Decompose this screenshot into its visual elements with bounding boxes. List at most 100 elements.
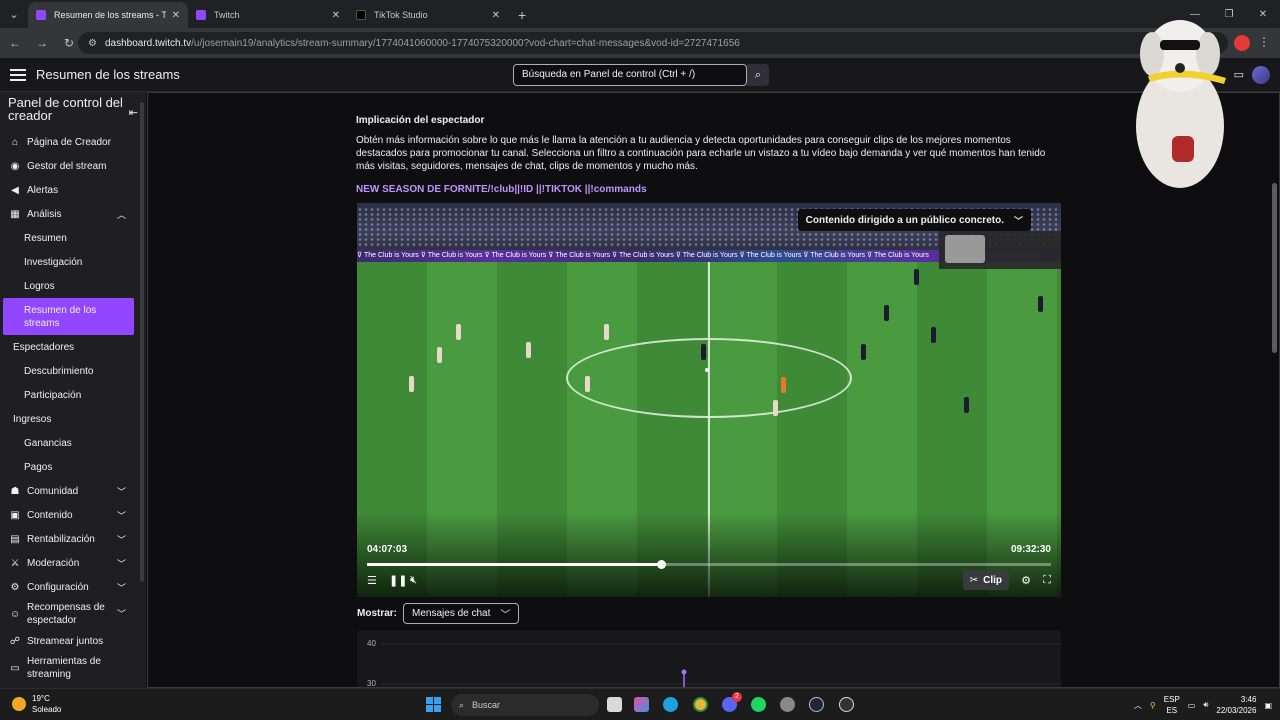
close-window-icon[interactable]: ✕ — [1246, 0, 1280, 28]
sidebar-subitem-engagement[interactable]: Participación — [0, 383, 146, 407]
chevron-down-icon: ﹀ — [116, 534, 126, 545]
video-frame-pitch — [357, 262, 1061, 597]
sidebar-item-settings[interactable]: ⚙ Configuración ﹀ — [0, 575, 146, 599]
sidebar-subitem-earnings[interactable]: Ganancias — [0, 431, 146, 455]
tab-twitch-dashboard[interactable]: Resumen de los streams - Twitc ✕ — [28, 2, 188, 28]
browser-menu-icon[interactable]: ⋮ — [1258, 35, 1270, 49]
tab-search-icon[interactable]: ⌄ — [0, 0, 28, 28]
tab-tiktok-studio[interactable]: TikTok Studio ✕ — [348, 2, 508, 28]
clock[interactable]: 3:46 22/03/2026 — [1216, 694, 1256, 716]
edge-icon[interactable] — [663, 697, 678, 712]
chrome-icon[interactable] — [693, 697, 708, 712]
mute-icon[interactable]: 🔇︎ — [410, 574, 417, 587]
sidebar-item-label: Streamear juntos — [27, 635, 104, 647]
chart-svg: 40 30 — [367, 639, 1061, 688]
search-input[interactable]: Búsqueda en Panel de control (Ctrl + /) — [513, 64, 747, 86]
menu-icon[interactable] — [10, 68, 26, 81]
new-tab-button[interactable]: + — [508, 2, 536, 28]
sidebar-item-label: Contenido — [27, 509, 73, 521]
chapters-list-icon[interactable]: ☰ — [367, 574, 377, 587]
vod-player[interactable]: ⊽ The Club is Yours ⊽ The Club is Yours … — [357, 203, 1061, 597]
lang-code: ESP — [1163, 695, 1180, 704]
close-tab-icon[interactable]: ✕ — [332, 10, 340, 21]
usb-icon[interactable]: ⚲ — [1150, 701, 1156, 710]
y-tick-label: 30 — [367, 679, 376, 688]
sidebar-item-moderation[interactable]: ⚔ Moderación ﹀ — [0, 551, 146, 575]
back-icon[interactable]: ← — [3, 36, 27, 50]
close-tab-icon[interactable]: ✕ — [492, 10, 500, 21]
app-icon[interactable] — [780, 697, 795, 712]
sidebar-item-stream-manager[interactable]: ◉ Gestor del stream — [0, 154, 146, 178]
content-classification-notice[interactable]: Contenido dirigido a un público concreto… — [797, 209, 1031, 231]
site-info-icon[interactable]: ⚙ — [88, 38, 97, 49]
clip-button[interactable]: ✂ Clip — [962, 570, 1009, 590]
sidebar-subitem-research[interactable]: Investigación — [0, 250, 146, 274]
chart-metric-select[interactable]: Mensajes de chat ﹀ — [403, 603, 520, 624]
sidebar-group-viewers: Espectadores — [13, 341, 75, 353]
sidebar-item-viewer-rewards[interactable]: ☺ Recompensas de espectador ﹀ — [0, 599, 146, 629]
main-scrollbar[interactable] — [1272, 183, 1277, 353]
search-icon[interactable]: ⌕ — [747, 64, 769, 86]
page-title: Resumen de los streams — [36, 67, 180, 82]
megaphone-icon: ◀ — [11, 184, 19, 196]
obs-icon[interactable] — [839, 697, 854, 712]
extension-icon[interactable] — [1234, 35, 1250, 51]
task-view-icon[interactable] — [607, 697, 622, 712]
spotify-icon[interactable] — [751, 697, 766, 712]
address-bar: ← → ↻ ⚙ dashboard.twitch.tv /u/josemain1… — [0, 28, 1280, 58]
sidebar-item-analytics[interactable]: ▦ Análisis ︿ — [0, 202, 146, 226]
volume-icon[interactable]: 🔊︎ — [1203, 700, 1208, 710]
sidebar-subitem-payouts[interactable]: Pagos — [0, 455, 146, 479]
collapse-sidebar-icon[interactable]: ⇤ — [129, 106, 138, 122]
chevron-up-icon[interactable]: ︿ — [1134, 700, 1142, 711]
fullscreen-icon[interactable]: ⛶ — [1043, 574, 1051, 587]
weather-widget[interactable]: 19°C Soleado — [12, 693, 61, 715]
tiktok-favicon-icon — [356, 10, 366, 20]
notice-text: Contenido dirigido a un público concreto… — [805, 214, 1004, 226]
network-icon[interactable]: ▭ — [1188, 701, 1196, 710]
chevron-down-icon: ﹀ — [116, 608, 126, 619]
url-field[interactable]: ⚙ dashboard.twitch.tv /u/josemain19/anal… — [78, 32, 1228, 54]
sidebar-item-content[interactable]: ▣ Contenido ﹀ — [0, 503, 146, 527]
url-path: /u/josemain19/analytics/stream-summary/1… — [191, 37, 740, 49]
sidebar-item-label: Comunidad — [27, 485, 79, 497]
copilot-icon[interactable] — [634, 697, 649, 712]
seek-bar[interactable] — [367, 560, 1051, 569]
pause-icon[interactable]: ❚❚ — [389, 574, 407, 587]
chevron-down-icon: ﹀ — [116, 582, 126, 593]
weather-temp: 19°C — [32, 694, 50, 703]
sidebar-scrollbar[interactable] — [140, 102, 144, 582]
sidebar-item-community[interactable]: ☗ Comunidad ﹀ — [0, 479, 146, 503]
sidebar-subitem-stream-summary[interactable]: Resumen de los streams — [3, 298, 134, 335]
forward-icon[interactable]: → — [30, 36, 54, 50]
sidebar-subitem-summary[interactable]: Resumen — [0, 226, 146, 250]
windows-start-icon[interactable] — [426, 697, 441, 712]
clock-date: 22/03/2026 — [1216, 706, 1257, 715]
taskbar-search[interactable]: ⌕ Buscar — [451, 694, 599, 716]
people-icon: ☍ — [9, 635, 21, 647]
tab-twitch[interactable]: Twitch ✕ — [188, 2, 348, 28]
sidebar-subitem-achievements[interactable]: Logros — [0, 274, 146, 298]
sidebar-item-creator-page[interactable]: ⌂ Página de Creador — [0, 130, 146, 154]
chat-messages-chart[interactable]: 40 30 — [357, 630, 1061, 688]
notification-badge: 2 — [732, 692, 742, 702]
whispers-icon[interactable]: ▭ — [1234, 68, 1244, 81]
sidebar-item-streaming-tools[interactable]: ▭ Herramientas de streaming — [0, 653, 146, 683]
steam-icon[interactable] — [809, 697, 824, 712]
money-icon: ▤ — [10, 533, 20, 545]
twitch-favicon-icon — [36, 10, 46, 20]
browser-tab-bar: ⌄ Resumen de los streams - Twitc ✕ Twitc… — [0, 0, 1280, 28]
community-icon: ☗ — [10, 485, 20, 497]
analytics-icon: ▦ — [10, 208, 20, 220]
close-tab-icon[interactable]: ✕ — [172, 10, 180, 21]
sidebar-subitem-discovery[interactable]: Descubrimiento — [0, 359, 146, 383]
avatar[interactable] — [1252, 66, 1270, 84]
settings-icon[interactable]: ⚙ — [1021, 574, 1031, 587]
notifications-icon[interactable]: ▣ — [1264, 701, 1272, 710]
chart-marker-point — [681, 669, 687, 675]
total-time: 09:32:30 — [1010, 544, 1051, 555]
language-indicator[interactable]: ESP ES — [1164, 694, 1180, 716]
sidebar-item-stream-together[interactable]: ☍ Streamear juntos — [0, 629, 146, 653]
sidebar-item-alerts[interactable]: ◀ Alertas — [0, 178, 146, 202]
sidebar-item-monetization[interactable]: ▤ Rentabilización ﹀ — [0, 527, 146, 551]
